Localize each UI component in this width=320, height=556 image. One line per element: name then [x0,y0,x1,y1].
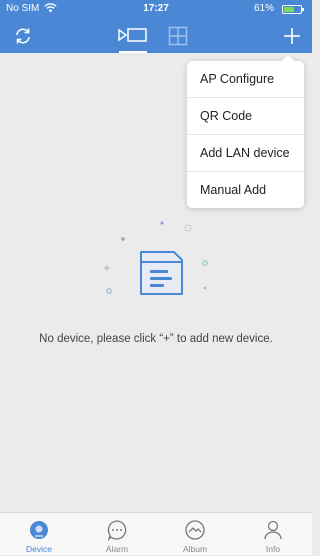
alarm-icon [106,519,128,542]
battery-percent: 61% [253,3,274,14]
tab-device-label: Device [26,544,52,554]
grid-view-icon[interactable] [168,26,188,46]
tab-device[interactable]: Device [0,513,78,556]
album-icon [184,519,206,541]
tab-alarm[interactable]: Alarm [78,513,156,556]
info-icon [262,519,284,541]
refresh-icon[interactable] [12,25,34,47]
single-view-icon[interactable] [117,26,149,53]
tab-bar: Device Alarm Album Info [0,512,312,555]
add-device-menu: AP Configure QR Code Add LAN device Manu… [187,55,304,208]
tab-info[interactable]: Info [234,513,312,556]
status-bar: No SIM 17:27 61% [0,0,312,19]
tab-album-label: Album [182,544,208,554]
empty-state-illustration [100,218,212,304]
tab-info-label: Info [265,544,281,554]
empty-state-message: No device, please click “+” to add new d… [39,333,273,345]
tab-alarm-label: Alarm [105,544,129,554]
battery-icon [282,5,304,14]
menu-item-qr-code[interactable]: QR Code [187,98,304,135]
menu-item-add-lan-device[interactable]: Add LAN device [187,135,304,172]
menu-item-manual-add[interactable]: Manual Add [187,172,304,208]
menu-item-ap-configure[interactable]: AP Configure [187,61,304,98]
device-icon [28,519,50,541]
add-icon[interactable] [281,25,303,47]
tab-album[interactable]: Album [156,513,234,556]
app-bar [0,19,312,53]
